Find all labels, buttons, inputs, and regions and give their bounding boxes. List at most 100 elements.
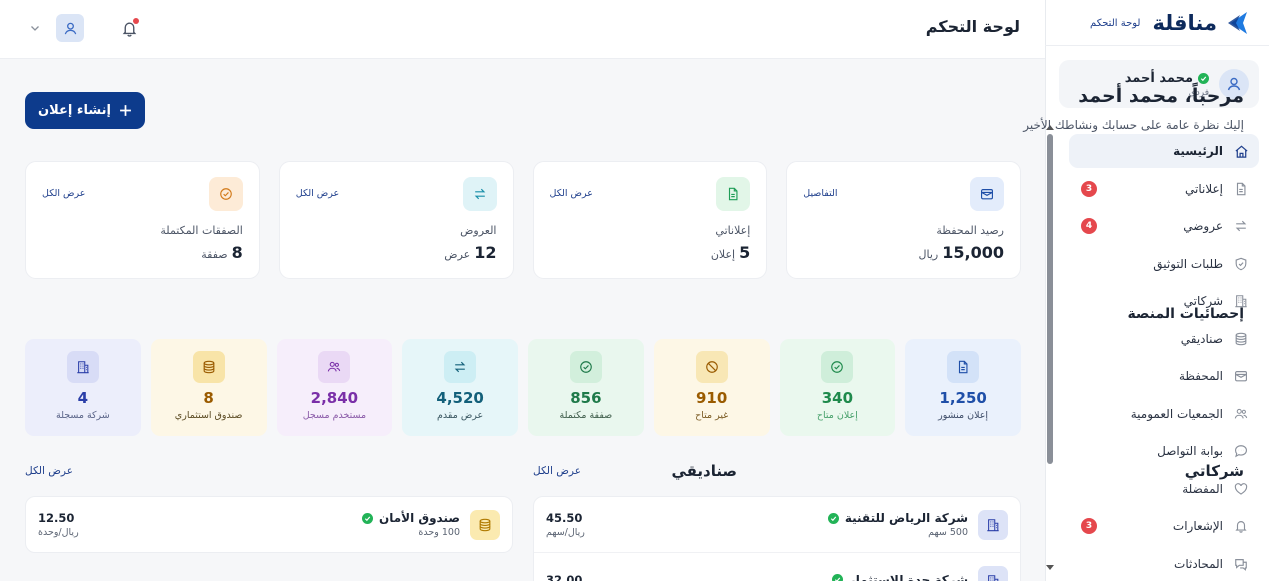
database-icon [1233, 331, 1249, 347]
database-icon [192, 351, 225, 383]
funds-list: صندوق الأمان 100 وحدة 12.50 ريال/وحدة [25, 496, 513, 553]
stat-value: 8 [203, 389, 214, 407]
card-unit: إعلان [710, 248, 736, 261]
card-link[interactable]: التفاصيل [803, 188, 837, 199]
platform-stats-title: إحصائيات المنصة [1127, 306, 1244, 322]
stat-value: 340 [821, 389, 854, 407]
sidebar-item-file[interactable]: إعلاناتي 3 [1069, 172, 1259, 206]
card-label: الصفقات المكتملة [160, 224, 243, 237]
user-name-row: محمد أحمد [1125, 71, 1209, 86]
shield-icon [1233, 256, 1249, 272]
card-value: 5 إعلان [711, 243, 750, 262]
welcome-title: مرحباً، محمد أحمد [1078, 85, 1244, 107]
sidebar-item-shield[interactable]: طلبات التوثيق [1069, 247, 1259, 281]
row-name-line: صندوق الأمان [361, 511, 460, 525]
create-ad-button[interactable]: إنشاء إعلان [25, 92, 145, 129]
summary-card: عرض الكل إعلاناتي 5 إعلان [532, 161, 768, 279]
stat-value: 4,520 [436, 389, 484, 407]
sidebar-item-label: المحفظة [1178, 369, 1223, 383]
card-number: 5 [739, 243, 751, 262]
topbar-actions [28, 14, 140, 42]
chevron-down-icon[interactable] [28, 21, 42, 35]
verified-icon [831, 574, 843, 581]
stat-card: 8 صندوق استثماري [150, 339, 267, 436]
database-icon [470, 509, 500, 540]
check-circle-icon [569, 351, 602, 383]
stat-label: صندوق استثماري [174, 410, 243, 421]
list-item[interactable]: شركة جدة للاستثمار 32.00 [534, 553, 1020, 581]
sidebar-item-database[interactable]: صناديقي [1069, 322, 1259, 356]
row-price: 45.50 [546, 511, 583, 525]
wallet-icon [970, 177, 1004, 211]
stat-value: 2,840 [310, 389, 359, 407]
scroll-down-arrow[interactable] [1046, 565, 1054, 570]
user-icon [64, 22, 76, 34]
sidebar-item-label: الرئيسية [1173, 144, 1223, 158]
card-link[interactable]: عرض الكل [550, 188, 593, 199]
stat-label: عرض مقدم [437, 410, 484, 421]
sidebar-item-label: المحادثات [1174, 556, 1223, 571]
card-unit: عرض [444, 248, 471, 261]
user-name: محمد أحمد [1124, 70, 1193, 86]
card-label: العروض [460, 224, 497, 237]
sidebar-divider [1045, 45, 1269, 46]
card-value: 15,000 ريال [919, 243, 1004, 262]
list-item[interactable]: صندوق الأمان 100 وحدة 12.50 ريال/وحدة [26, 497, 512, 552]
card-link[interactable]: عرض الكل [42, 188, 85, 199]
row-name: شركة جدة للاستثمار [848, 572, 968, 581]
list-item[interactable]: شركة الرياض للتقنية 500 سهم 45.50 ريال/س… [534, 497, 1020, 553]
notifications-button[interactable] [118, 17, 140, 39]
card-number: 8 [231, 243, 243, 262]
sidebar-item-messages[interactable]: المحادثات [1069, 547, 1259, 581]
swap-icon [1233, 218, 1249, 234]
platform-stats: 1,250 إعلان منشور 340 إعلان متاح 910 غير… [25, 339, 1021, 436]
sidebar-item-label: عروضي [1183, 219, 1223, 233]
summary-card: التفاصيل رصيد المحفظة 15,000 ريال [786, 161, 1021, 279]
welcome-subtitle: إليك نظرة عامة على حسابك ونشاطك الأخير [1023, 118, 1244, 132]
stat-card: 1,250 إعلان منشور [905, 339, 1021, 436]
row-unit: ريال/وحدة [38, 527, 79, 538]
stat-label: مستخدم مسجل [302, 410, 367, 421]
messages-icon [1233, 556, 1249, 572]
sidebar-item-home[interactable]: الرئيسية [1069, 134, 1259, 168]
row-name: صندوق الأمان [378, 511, 460, 525]
brand-subtitle: لوحة التحكم [1090, 17, 1141, 29]
card-value: 8 صفقة [201, 243, 243, 262]
sidebar-item-users[interactable]: الجمعيات العمومية [1069, 397, 1259, 431]
stat-value: 4 [77, 389, 89, 407]
verified-icon [827, 512, 839, 524]
row-side: 45.50 ريال/سهم [546, 511, 585, 538]
companies-title: شركاتي [1184, 462, 1244, 480]
stat-card: 4 شركة مسجلة [25, 339, 141, 436]
card-label: إعلاناتي [715, 224, 751, 237]
profile-avatar-button[interactable] [56, 14, 84, 42]
users-icon [318, 351, 351, 383]
scrollbar-thumb[interactable] [1047, 134, 1053, 464]
companies-list: شركة الرياض للتقنية 500 سهم 45.50 ريال/س… [533, 496, 1021, 581]
sidebar-item-swap[interactable]: عروضي 4 [1069, 209, 1259, 243]
row-side: 12.50 ريال/وحدة [38, 511, 79, 538]
stat-label: إعلان متاح [816, 410, 858, 421]
sidebar-item-bell[interactable]: الإشعارات 3 [1069, 509, 1259, 543]
ban-icon [695, 351, 728, 383]
stat-card: 4,520 عرض مقدم [402, 339, 518, 436]
wallet-icon [1233, 368, 1249, 384]
sidebar-item-wallet[interactable]: المحفظة [1069, 359, 1259, 393]
stat-card: 340 إعلان متاح [779, 339, 896, 436]
brand[interactable]: مناقلة لوحة التحكم [1090, 8, 1251, 38]
plus-icon [120, 105, 131, 116]
card-link[interactable]: عرض الكل [296, 188, 339, 199]
topbar: لوحة التحكم [0, 0, 1045, 59]
companies-view-all-link[interactable]: عرض الكل [533, 465, 581, 477]
bell-icon [1233, 518, 1249, 534]
logo-icon [1228, 12, 1247, 34]
building-icon [978, 509, 1008, 540]
verified-icon [1198, 72, 1209, 84]
chat-icon [1233, 443, 1249, 459]
home-icon [1233, 143, 1249, 159]
page-title: لوحة التحكم [925, 17, 1020, 36]
funds-view-all-link[interactable]: عرض الكل [25, 465, 73, 477]
stat-value: 1,250 [939, 389, 987, 407]
sidebar-item-label: بوابة التواصل [1157, 444, 1223, 458]
stat-card: 2,840 مستخدم مسجل [276, 339, 393, 436]
